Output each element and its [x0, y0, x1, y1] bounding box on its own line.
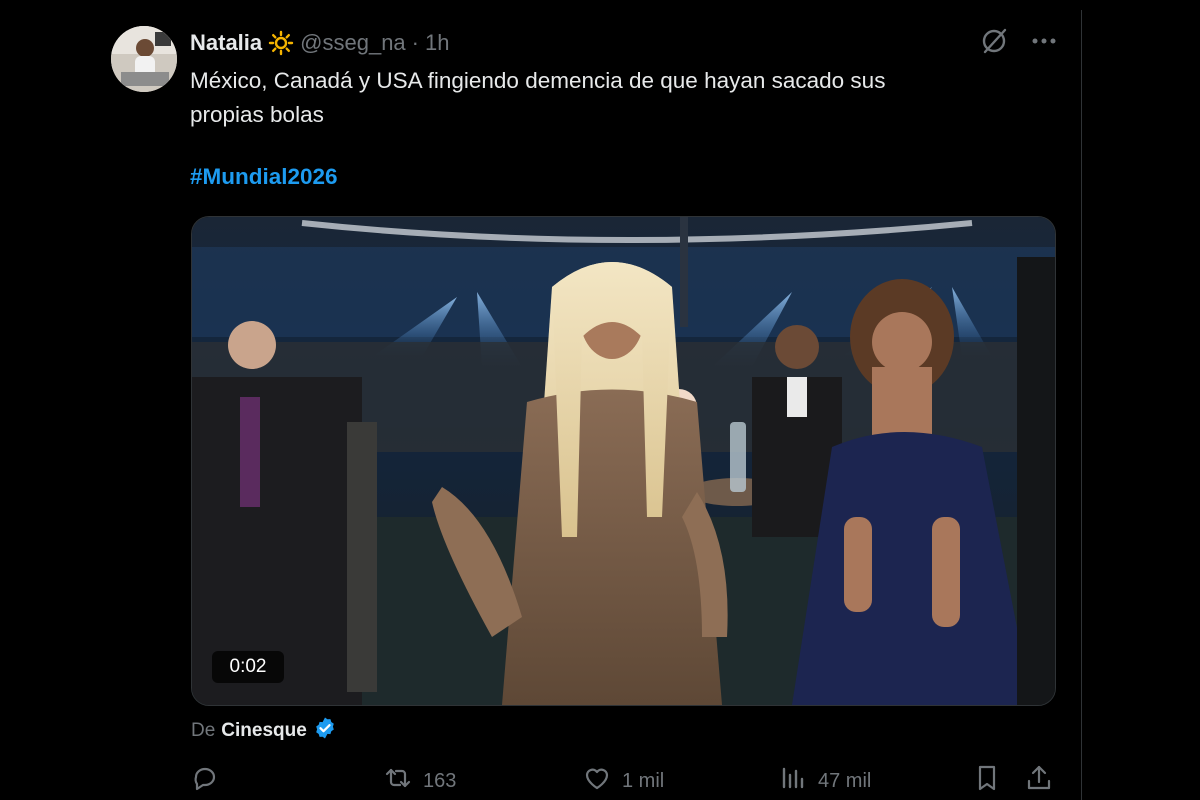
sun-icon — [268, 30, 294, 56]
action-bar: 163 1 mil 47 mil — [190, 764, 1056, 798]
reply-button[interactable] — [190, 764, 220, 798]
reply-icon — [190, 763, 220, 799]
bookmark-icon — [972, 763, 1002, 799]
tweet-header: Natalia @sseg_na · 1h — [190, 28, 449, 58]
repost-icon — [383, 763, 413, 799]
tweet-text-line: propias bolas — [190, 102, 324, 127]
top-actions — [980, 28, 1058, 58]
verified-badge-icon — [313, 716, 337, 746]
source-prefix: De — [191, 720, 216, 741]
repost-button[interactable]: 163 — [383, 764, 456, 798]
grok-icon[interactable] — [980, 27, 1008, 60]
author-handle[interactable]: @sseg_na — [300, 30, 406, 56]
share-button[interactable] — [1024, 764, 1054, 798]
timestamp[interactable]: 1h — [425, 30, 449, 56]
repost-count: 163 — [423, 769, 457, 792]
views-icon — [778, 763, 808, 799]
separator-dot: · — [411, 30, 419, 55]
views-count: 47 mil — [818, 769, 872, 792]
source-name-link[interactable]: Cinesque — [221, 720, 307, 742]
like-button[interactable]: 1 mil — [582, 764, 664, 798]
more-icon[interactable] — [1030, 27, 1058, 60]
bookmark-button[interactable] — [972, 764, 1002, 798]
share-icon — [1024, 763, 1054, 799]
hashtag-link[interactable]: #Mundial2026 — [190, 164, 338, 190]
video-frame — [192, 217, 1055, 705]
avatar[interactable] — [111, 26, 177, 92]
source-attribution: De Cinesque — [191, 716, 337, 746]
video-duration-badge: 0:02 — [212, 651, 284, 683]
tweet-text: México, Canadá y USA fingiendo demencia … — [190, 64, 1030, 132]
like-count: 1 mil — [622, 769, 665, 792]
tweet-text-line: México, Canadá y USA fingiendo demencia … — [190, 68, 886, 93]
timeline-divider — [1081, 10, 1082, 800]
author-name[interactable]: Natalia — [190, 30, 262, 56]
video-player[interactable]: 0:02 — [191, 216, 1056, 706]
views-button[interactable]: 47 mil — [778, 764, 871, 798]
like-icon — [582, 763, 612, 799]
